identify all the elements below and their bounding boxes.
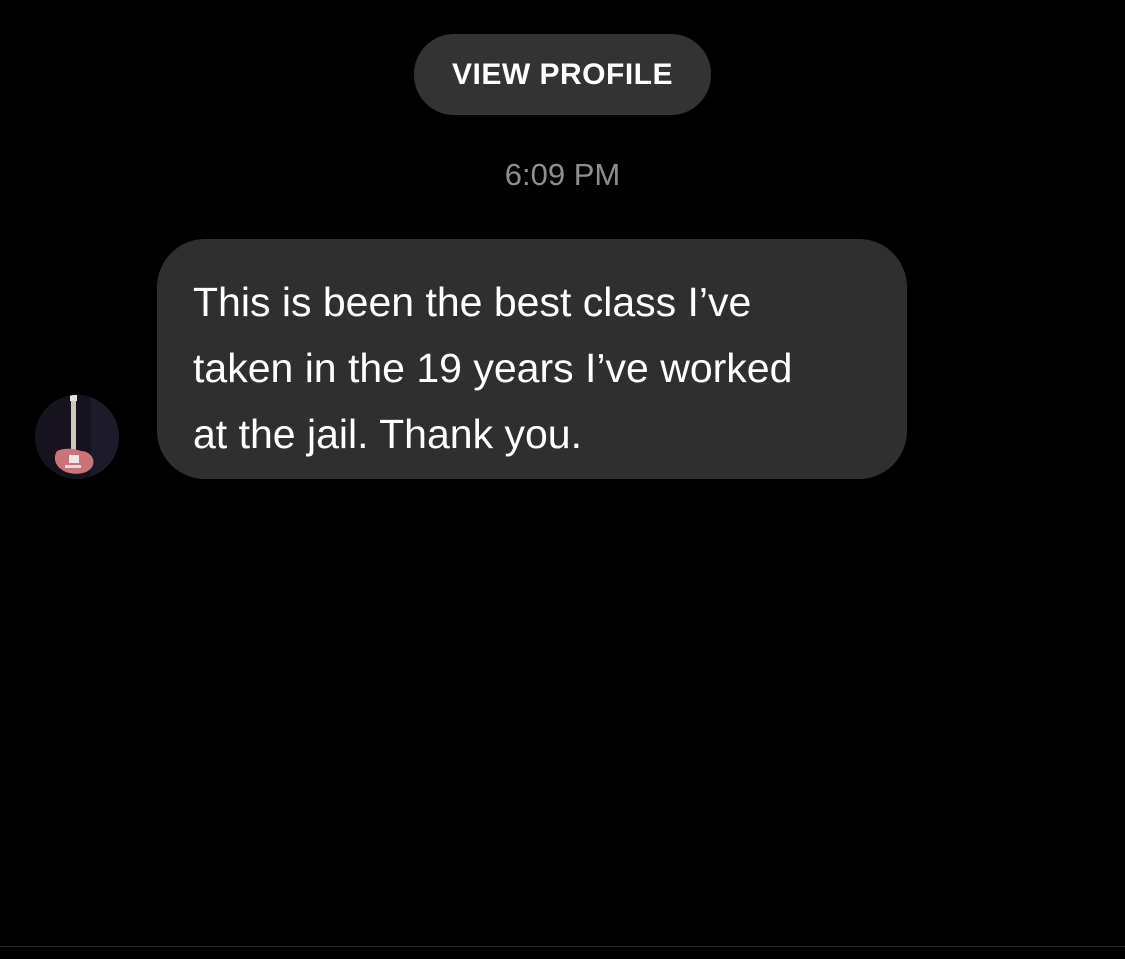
view-profile-button[interactable]: VIEW PROFILE bbox=[414, 34, 711, 115]
message-bubble[interactable]: This is been the best class I’ve taken i… bbox=[157, 239, 907, 479]
sender-avatar[interactable] bbox=[35, 395, 119, 479]
divider bbox=[0, 946, 1125, 947]
chat-screen: VIEW PROFILE 6:09 PM This is been the be… bbox=[0, 0, 1125, 959]
guitar-avatar-icon bbox=[35, 395, 119, 479]
message-text: This is been the best class I’ve taken i… bbox=[193, 279, 793, 457]
message-timestamp: 6:09 PM bbox=[504, 157, 621, 192]
